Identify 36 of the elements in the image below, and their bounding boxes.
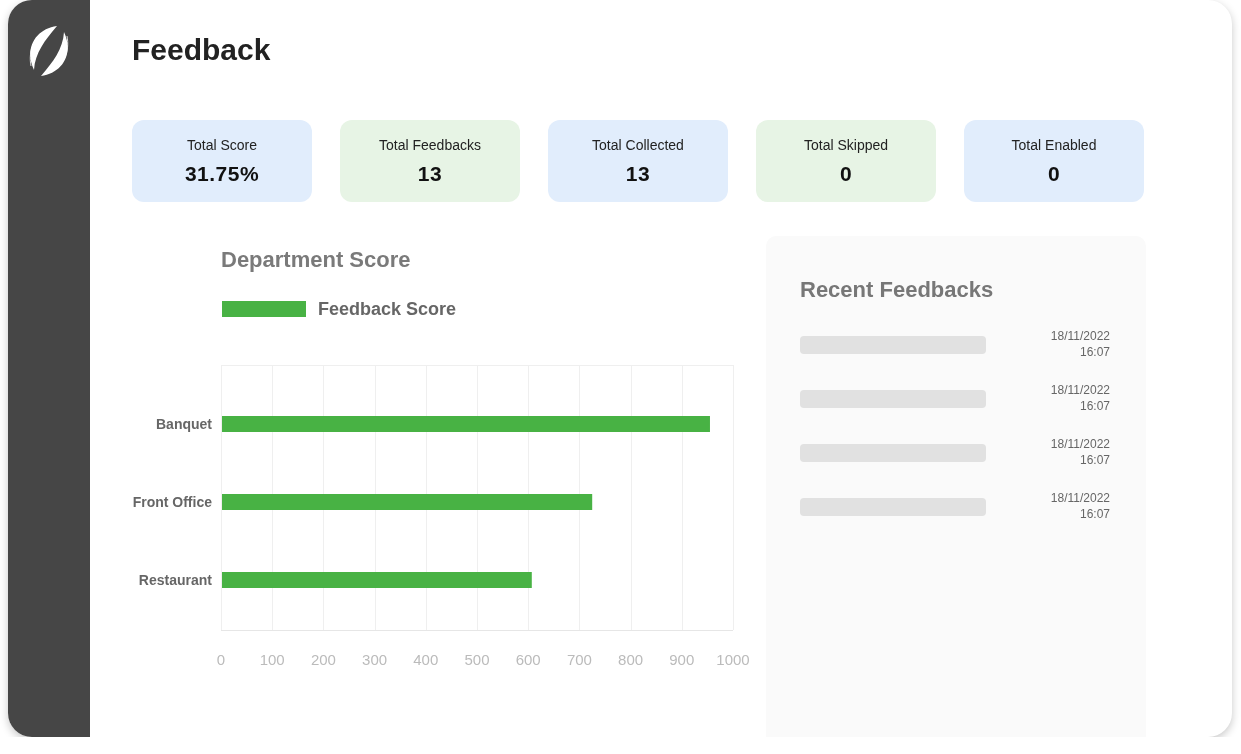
stat-value: 13 bbox=[416, 161, 444, 187]
tick-label: 400 bbox=[413, 650, 439, 668]
feedback-time: 16:07 bbox=[1078, 452, 1110, 468]
tick-label: 800 bbox=[618, 650, 644, 668]
tick-label: 0 bbox=[216, 650, 226, 668]
category-label: Banquet bbox=[156, 416, 212, 432]
tick-label: 500 bbox=[464, 650, 490, 668]
stat-label: Total Enabled bbox=[1010, 137, 1098, 153]
legend-label: Feedback Score bbox=[318, 298, 457, 321]
feedback-time: 16:07 bbox=[1078, 506, 1110, 522]
tick-label: 100 bbox=[259, 650, 285, 668]
feedback-date: 18/11/2022 bbox=[1050, 436, 1110, 452]
page-title: Feedback bbox=[132, 32, 271, 68]
stat-value: 0 bbox=[1046, 161, 1062, 187]
feedback-date: 18/11/2022 bbox=[1050, 382, 1110, 398]
feedback-date: 18/11/2022 bbox=[1050, 328, 1110, 344]
chart-title: Department Score bbox=[221, 247, 411, 273]
category-label: Front Office bbox=[132, 494, 212, 510]
stat-value: 0 bbox=[838, 161, 854, 187]
tick-label: 1000 bbox=[716, 650, 750, 668]
tick-label: 900 bbox=[669, 650, 695, 668]
tick-label: 200 bbox=[310, 650, 336, 668]
stat-label: Total Collected bbox=[591, 137, 685, 153]
feedback-time: 16:07 bbox=[1078, 344, 1110, 360]
feedback-date: 18/11/2022 bbox=[1050, 490, 1110, 506]
tick-label: 700 bbox=[566, 650, 592, 668]
stat-value: 31.75% bbox=[183, 161, 261, 187]
feedback-time: 16:07 bbox=[1078, 398, 1110, 414]
tick-label: 600 bbox=[515, 650, 541, 668]
tick-label: 300 bbox=[362, 650, 388, 668]
stat-label: Total Feedbacks bbox=[378, 137, 482, 153]
category-label: Restaurant bbox=[138, 572, 212, 588]
stat-value: 13 bbox=[624, 161, 652, 187]
stat-label: Total Skipped bbox=[802, 137, 890, 153]
stat-label: Total Score bbox=[185, 137, 258, 153]
panel-title: Recent Feedbacks bbox=[800, 276, 994, 304]
